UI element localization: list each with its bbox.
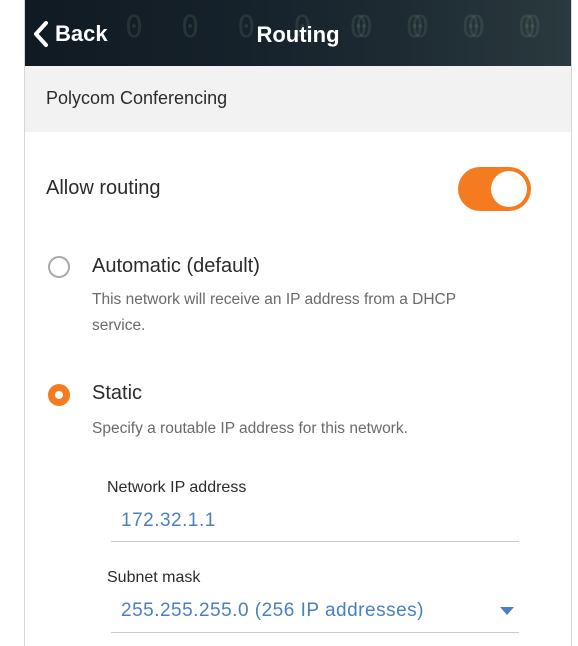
allow-routing-label: Allow routing [46,177,161,199]
automatic-option-description: This network will receive an IP address … [92,291,457,308]
subnet-mask-underline [111,632,519,633]
back-button[interactable]: Back [33,12,108,56]
subnet-mask-label: Subnet mask [107,569,201,586]
static-option-description: Specify a routable IP address for this n… [92,420,408,437]
automatic-option-description-cont: service. [92,317,146,334]
allow-routing-row: Allow routing [25,160,571,220]
allow-routing-toggle[interactable] [458,167,531,211]
radio-selected-dot [55,391,63,399]
static-option-label[interactable]: Static [92,382,142,405]
section-header: Polycom Conferencing [25,66,571,132]
routing-screen: 0 0 0 0 0 0 0 0 0 0 0 0 0 0 0 0 Routing … [24,0,572,646]
nav-background-pattern: 0 0 0 0 0 0 0 0 [355,10,571,45]
network-ip-underline [111,541,519,542]
subnet-mask-select[interactable]: 255.255.255.0 (256 IP addresses) [121,600,424,622]
chevron-down-icon[interactable] [500,607,514,615]
automatic-radio[interactable] [48,256,70,278]
back-button-label: Back [55,21,108,46]
toggle-knob [491,171,527,207]
navigation-bar: 0 0 0 0 0 0 0 0 0 0 0 0 0 0 0 0 Routing … [25,0,571,66]
static-radio[interactable] [48,384,70,406]
section-header-label: Polycom Conferencing [46,88,228,108]
network-ip-label: Network IP address [107,479,247,496]
network-ip-input[interactable]: 172.32.1.1 [121,510,216,532]
automatic-option-label[interactable]: Automatic (default) [92,255,260,278]
chevron-left-icon [33,20,49,48]
